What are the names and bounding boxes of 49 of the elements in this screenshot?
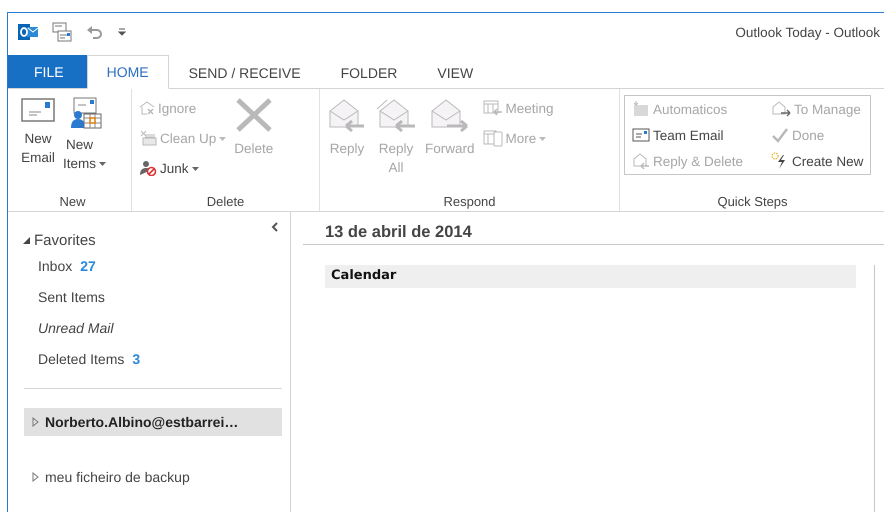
folder-name: Deleted Items — [38, 350, 124, 366]
ribbon-button[interactable]: New Email — [18, 95, 58, 179]
undo-icon[interactable] — [86, 24, 104, 40]
folder-name: Sent Items — [38, 288, 105, 304]
envelope-icon — [21, 97, 55, 123]
file-tab[interactable]: FILE — [8, 55, 87, 88]
junk-icon — [139, 160, 157, 176]
folder-item[interactable]: Sent Items — [8, 281, 290, 312]
ribbon-button[interactable]: New Items — [60, 95, 109, 179]
forward-icon — [428, 97, 471, 133]
account-name: Norberto.Albino@estbarrei… — [45, 414, 238, 430]
ribbon-tab[interactable]: VIEW — [417, 55, 494, 89]
group-label: Delete — [206, 194, 246, 211]
ribbon-tab[interactable]: HOME — [86, 55, 169, 89]
delete-x-icon — [234, 97, 273, 133]
folder-name: Unread Mail — [38, 320, 114, 336]
account-item[interactable]: Norberto.Albino@estbarrei… — [24, 408, 282, 436]
favorites-header[interactable]: Favorites — [22, 230, 290, 250]
clean-up-icon — [139, 130, 157, 146]
account-item[interactable]: meu ficheiro de backup — [24, 463, 282, 491]
group-label: Respond — [442, 194, 497, 211]
ribbon-small-button[interactable]: Team Email — [629, 122, 746, 148]
ribbon-tab[interactable]: FOLDER — [320, 55, 418, 89]
more-icon — [482, 129, 503, 147]
folder-item[interactable]: Inbox 27 — [8, 250, 290, 281]
reply-all-icon — [375, 97, 417, 133]
ribbon-tab[interactable]: SEND / RECEIVE — [168, 55, 321, 89]
send-receive-icon[interactable] — [52, 22, 72, 42]
account-name: meu ficheiro de backup — [45, 469, 190, 485]
app-logo-icon[interactable] — [18, 23, 38, 41]
folder-name: Inbox — [38, 258, 72, 274]
folder-item[interactable]: Unread Mail — [8, 312, 290, 343]
section-header: Calendar — [325, 265, 856, 288]
meeting-icon — [482, 100, 503, 116]
favorites-label: Favorites — [34, 232, 96, 248]
reply-icon — [327, 97, 367, 133]
envelope-icon — [632, 128, 650, 142]
unread-count: 3 — [132, 350, 140, 366]
folder-item[interactable]: Deleted Items 3 — [8, 343, 290, 374]
ribbon-small-button[interactable]: Junk — [136, 155, 230, 181]
collapse-chevron-icon[interactable] — [271, 222, 278, 232]
customize-caret-icon[interactable] — [118, 28, 126, 36]
group-label: New — [58, 194, 86, 211]
unread-count: 27 — [80, 258, 96, 274]
ribbon-small-button[interactable]: Create New — [768, 148, 866, 174]
checkmark-icon — [771, 127, 790, 143]
window-title: Outlook Today - Outlook — [735, 24, 880, 40]
group-label: Quick Steps — [716, 194, 789, 211]
date-heading: 13 de abril de 2014 — [325, 223, 473, 242]
